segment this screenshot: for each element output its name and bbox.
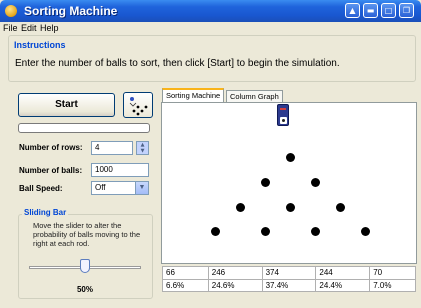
- percents-row: 6.6% 24.6% 37.4% 24.4% 7.0%: [162, 278, 416, 292]
- peg: [210, 226, 220, 236]
- slider-thumb[interactable]: [80, 259, 90, 273]
- window-title: Sorting Machine: [24, 4, 118, 18]
- balls-field[interactable]: 1000: [91, 163, 149, 177]
- peg: [360, 226, 370, 236]
- peg: [285, 152, 295, 162]
- tab-column-graph[interactable]: Column Graph: [226, 90, 283, 102]
- speed-select[interactable]: Off ▼: [91, 181, 149, 195]
- menu-edit[interactable]: Edit: [21, 23, 37, 33]
- instructions-title: Instructions: [12, 40, 68, 50]
- results-table: 66 246 374 244 70 6.6% 24.6% 37.4% 24.4%…: [162, 266, 416, 292]
- count-cell: 244: [315, 266, 371, 280]
- restore-button[interactable]: ❐: [399, 3, 414, 18]
- progress-bar: [18, 123, 150, 133]
- percent-cell: 24.6%: [207, 278, 263, 292]
- stepper-down-icon[interactable]: ▼: [137, 148, 148, 154]
- percent-cell: 6.6%: [162, 278, 209, 292]
- hopper-icon: [277, 104, 289, 126]
- speed-label: Ball Speed:: [19, 184, 63, 193]
- count-cell: 374: [261, 266, 317, 280]
- peg: [310, 226, 320, 236]
- tab-sorting-machine[interactable]: Sorting Machine: [162, 88, 225, 103]
- rows-stepper[interactable]: ▲ ▼: [136, 141, 149, 155]
- peg: [285, 202, 295, 212]
- speed-select-value: Off: [95, 183, 106, 192]
- peg: [260, 177, 270, 187]
- minimize-button[interactable]: ▬: [363, 3, 378, 18]
- menu-file[interactable]: File: [3, 23, 18, 33]
- peg: [260, 226, 270, 236]
- balls-label: Number of balls:: [19, 166, 83, 175]
- percent-cell: 37.4%: [261, 278, 317, 292]
- sorting-canvas: [161, 102, 417, 264]
- rows-field[interactable]: 4: [91, 141, 133, 155]
- percent-cell: 24.4%: [315, 278, 371, 292]
- app-icon: [5, 5, 17, 17]
- balls-icon: [129, 97, 148, 116]
- count-cell: 70: [369, 266, 416, 280]
- slider-value: 50%: [76, 285, 93, 294]
- peg: [235, 202, 245, 212]
- menu-bar: File Edit Help: [0, 22, 421, 35]
- help-icon-button[interactable]: ▲: [345, 3, 360, 18]
- peg: [335, 202, 345, 212]
- title-bar: Sorting Machine ▲ ▬ □ ❐: [0, 0, 421, 22]
- menu-help[interactable]: Help: [40, 23, 59, 33]
- balls-icon-button[interactable]: [123, 92, 153, 118]
- maximize-button[interactable]: □: [381, 3, 396, 18]
- instructions-text: Enter the number of balls to sort, then …: [15, 58, 340, 69]
- percent-cell: 7.0%: [369, 278, 416, 292]
- start-button[interactable]: Start: [18, 93, 115, 117]
- count-cell: 66: [162, 266, 209, 280]
- counts-row: 66 246 374 244 70: [162, 266, 416, 280]
- sliding-bar-title: Sliding Bar: [22, 208, 69, 217]
- rows-label: Number of rows:: [19, 143, 83, 152]
- peg: [310, 177, 320, 187]
- sliding-bar-description: Move the slider to alter the probability…: [33, 221, 141, 248]
- count-cell: 246: [207, 266, 263, 280]
- chevron-down-icon[interactable]: ▼: [135, 182, 148, 194]
